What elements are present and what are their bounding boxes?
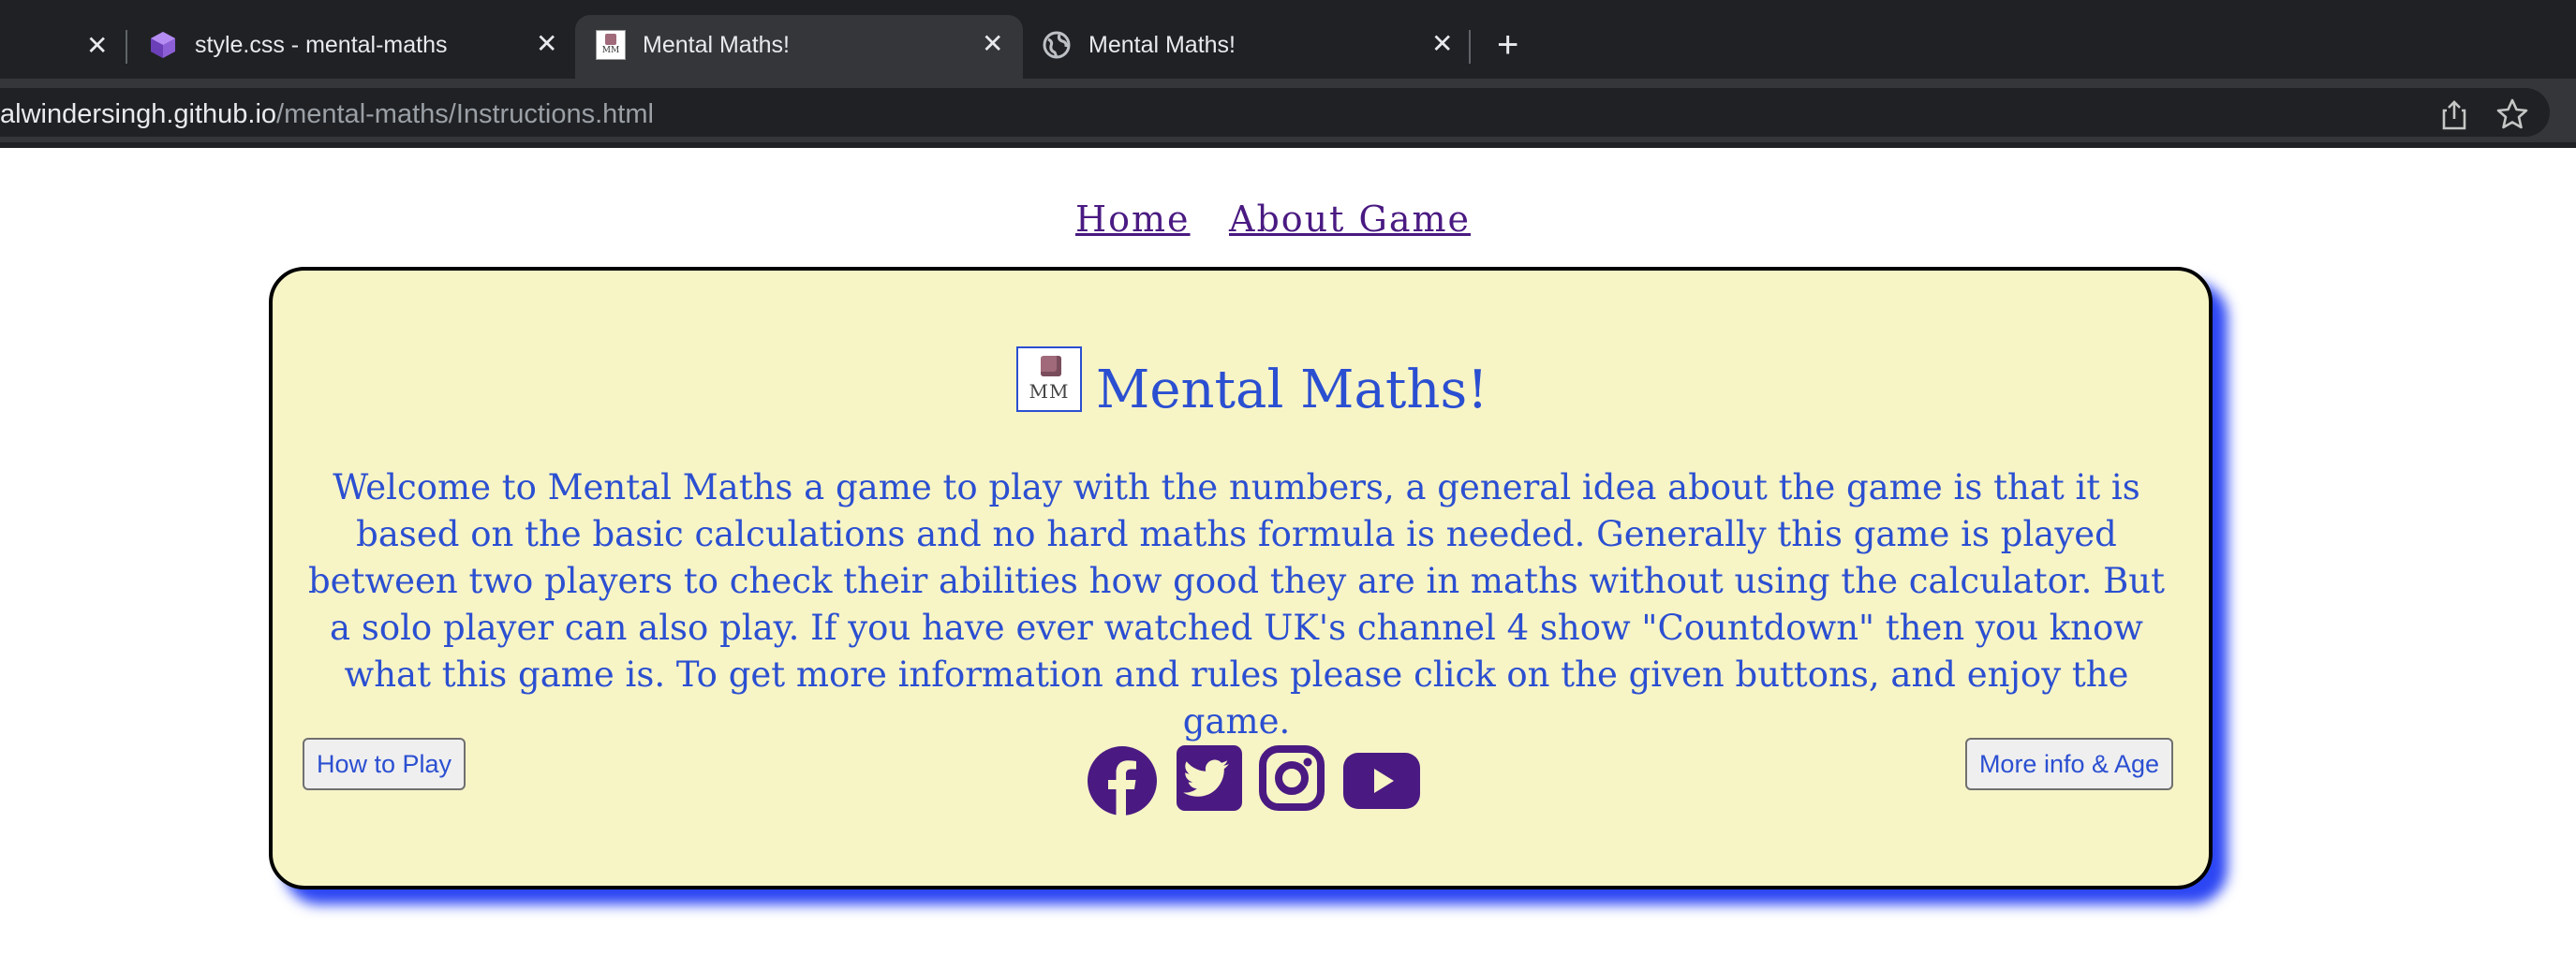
- tab-close-icon[interactable]: ✕: [982, 30, 1003, 58]
- twitter-icon[interactable]: [1177, 745, 1242, 811]
- logo-text: MM: [1029, 380, 1070, 403]
- page-title: Mental Maths!: [1096, 360, 1488, 420]
- share-icon[interactable]: [2437, 99, 2471, 131]
- tab-mental-maths[interactable]: Mental Maths! ✕: [1025, 15, 1465, 79]
- tab-mental-maths-active[interactable]: MM Mental Maths! ✕: [575, 15, 1023, 79]
- mental-maths-logo: MM: [1016, 346, 1082, 412]
- nav-home-link[interactable]: Home: [1075, 198, 1191, 240]
- globe-icon: [1043, 31, 1071, 59]
- more-info-age-button[interactable]: More info & Age: [1965, 738, 2173, 790]
- url-path: /mental-maths/Instructions.html: [276, 99, 654, 129]
- bookmark-star-icon[interactable]: [2495, 97, 2529, 131]
- how-to-play-button[interactable]: How to Play: [303, 738, 466, 790]
- vs-code-icon: [151, 32, 175, 58]
- tab-close-icon[interactable]: ✕: [536, 30, 557, 58]
- intro-paragraph: Welcome to Mental Maths a game to play w…: [308, 467, 2165, 742]
- browser-toolbar: alwindersingh.github.io/mental-maths/Ins…: [0, 79, 2576, 148]
- logo-cube-icon: [1041, 356, 1061, 376]
- youtube-icon[interactable]: [1343, 753, 1420, 809]
- nav-about-game-link[interactable]: About Game: [1229, 198, 1471, 240]
- address-bar[interactable]: alwindersingh.github.io/mental-maths/Ins…: [0, 88, 2550, 137]
- tab-close-icon[interactable]: ✕: [86, 30, 108, 61]
- tab-separator: [1469, 30, 1471, 64]
- tab-style-css[interactable]: style.css - mental-maths ✕: [131, 15, 571, 79]
- browser-tabstrip: ✕ style.css - mental-maths ✕ MM Mental M…: [0, 0, 2576, 79]
- tab-title: style.css - mental-maths: [195, 32, 448, 58]
- tab-title: Mental Maths!: [643, 32, 791, 58]
- mental-maths-favicon: MM: [596, 30, 626, 60]
- instagram-icon[interactable]: [1259, 745, 1325, 811]
- url-host: alwindersingh.github.io: [0, 99, 277, 129]
- tab-close-icon[interactable]: ✕: [1431, 30, 1453, 58]
- new-tab-button[interactable]: +: [1497, 26, 1518, 64]
- tab-title: Mental Maths!: [1088, 32, 1236, 58]
- url-text: alwindersingh.github.io/mental-maths/Ins…: [0, 99, 654, 130]
- facebook-icon[interactable]: [1087, 745, 1158, 816]
- tab-separator: [126, 30, 127, 64]
